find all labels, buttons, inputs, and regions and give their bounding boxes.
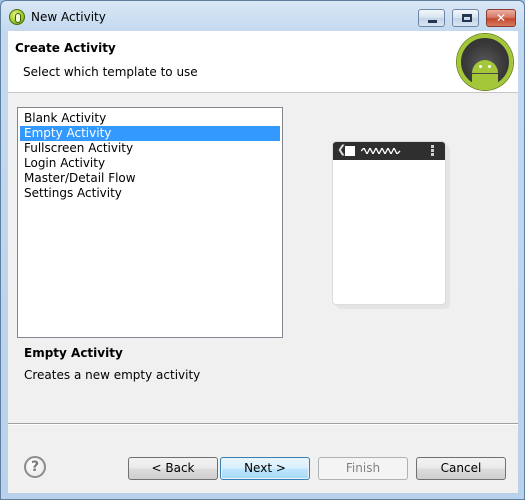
back-button[interactable]: < Back [128,457,218,480]
minimize-button[interactable] [418,9,445,27]
template-list[interactable]: Blank Activity Empty Activity Fullscreen… [17,107,283,338]
finish-button[interactable]: Finish [318,457,408,480]
dialog-client-area: Create Activity Select which template to… [8,31,518,493]
android-eye-right [488,65,491,68]
next-button[interactable]: Next > [220,457,310,480]
template-preview: ❮ [332,141,446,305]
android-body [472,74,498,86]
maximize-icon [462,14,472,22]
window-title: New Activity [31,10,106,24]
list-item-settings-activity[interactable]: Settings Activity [20,186,280,201]
android-logo-icon [457,34,513,90]
android-head [472,60,498,73]
android-eye-left [479,65,482,68]
preview-title-squiggle-icon [361,148,401,154]
preview-overflow-menu-icon [431,145,434,157]
android-studio-icon [9,9,25,25]
preview-action-bar: ❮ [333,142,445,160]
preview-app-icon [345,146,355,156]
list-item-empty-activity[interactable]: Empty Activity [20,126,280,141]
wizard-banner: Create Activity Select which template to… [8,31,518,93]
title-bar[interactable]: New Activity ✕ [1,1,524,31]
maximize-button[interactable] [452,9,479,27]
list-item-blank-activity[interactable]: Blank Activity [20,111,280,126]
cancel-button[interactable]: Cancel [416,457,506,480]
list-item-fullscreen-activity[interactable]: Fullscreen Activity [20,141,280,156]
close-icon: ✕ [495,11,507,25]
list-item-login-activity[interactable]: Login Activity [20,156,280,171]
help-icon[interactable]: ? [24,456,46,478]
minimize-icon [428,20,437,23]
button-bar-separator [8,423,518,425]
template-details-title: Empty Activity [24,346,123,360]
banner-description: Select which template to use [23,65,198,79]
close-button[interactable]: ✕ [486,9,516,27]
banner-title: Create Activity [15,41,116,55]
new-activity-dialog: New Activity ✕ Create Activity Select wh… [0,0,525,500]
template-details-description: Creates a new empty activity [24,368,201,382]
list-item-master-detail-flow[interactable]: Master/Detail Flow [20,171,280,186]
